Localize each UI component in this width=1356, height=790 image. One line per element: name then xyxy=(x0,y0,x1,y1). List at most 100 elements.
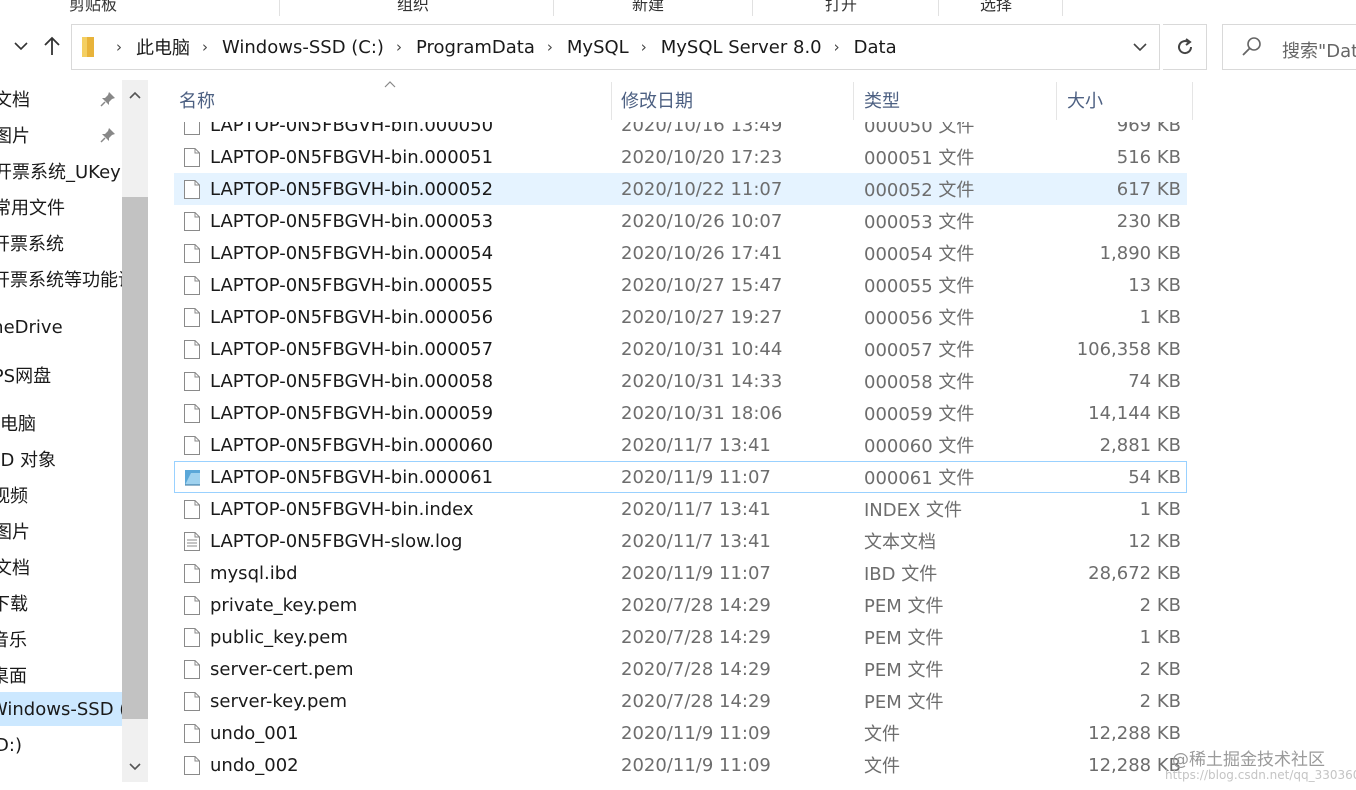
file-row[interactable]: server-key.pem 2020/7/28 14:29 PEM 文件 2 KB xyxy=(174,685,1187,717)
file-row[interactable]: undo_001 2020/11/9 11:09 文件 12,288 KB xyxy=(174,717,1187,749)
file-type: IBD 文件 xyxy=(864,564,938,585)
file-modified-date: 2020/10/31 14:33 xyxy=(621,370,783,392)
file-type: 000052 文件 xyxy=(864,180,975,201)
column-divider[interactable] xyxy=(611,82,612,120)
file-row[interactable]: public_key.pem 2020/7/28 14:29 PEM 文件 1 KB xyxy=(174,621,1187,653)
file-icon xyxy=(184,500,200,519)
file-icon xyxy=(184,308,200,327)
file-icon xyxy=(184,212,200,231)
file-type: PEM 文件 xyxy=(864,628,944,649)
file-modified-date: 2020/11/9 11:09 xyxy=(621,722,771,744)
file-size: 230 KB xyxy=(1116,210,1181,232)
column-header-date[interactable]: 修改日期 xyxy=(616,80,853,120)
file-size: 74 KB xyxy=(1128,370,1181,392)
file-type: PEM 文件 xyxy=(864,596,944,617)
file-modified-date: 2020/7/28 14:29 xyxy=(621,690,771,712)
file-icon xyxy=(184,724,200,743)
file-modified-date: 2020/10/27 15:47 xyxy=(621,274,783,296)
file-row[interactable]: LAPTOP-0N5FBGVH-bin.000060 2020/11/7 13:4… xyxy=(174,429,1187,461)
file-row[interactable]: LAPTOP-0N5FBGVH-bin.000053 2020/10/26 10:… xyxy=(174,205,1187,237)
file-modified-date: 2020/11/9 11:07 xyxy=(621,562,771,584)
file-modified-date: 2020/10/26 17:41 xyxy=(621,242,783,264)
file-size: 28,672 KB xyxy=(1088,562,1181,584)
file-name: server-key.pem xyxy=(210,690,348,712)
column-divider[interactable] xyxy=(1192,82,1193,120)
file-row[interactable]: LAPTOP-0N5FBGVH-bin.index 2020/11/7 13:41… xyxy=(174,493,1187,525)
file-name: LAPTOP-0N5FBGVH-slow.log xyxy=(210,530,463,552)
file-modified-date: 2020/11/7 13:41 xyxy=(621,530,771,552)
file-row[interactable]: LAPTOP-0N5FBGVH-bin.000058 2020/10/31 14:… xyxy=(174,365,1187,397)
file-icon xyxy=(184,276,200,295)
file-name: mysql.ibd xyxy=(210,562,298,584)
file-modified-date: 2020/10/31 18:06 xyxy=(621,402,783,424)
file-type: INDEX 文件 xyxy=(864,500,963,521)
file-size: 1 KB xyxy=(1139,498,1181,520)
file-size: 2,881 KB xyxy=(1099,434,1181,456)
file-size: 12 KB xyxy=(1128,530,1181,552)
file-row[interactable]: undo_002 2020/11/9 11:09 文件 12,288 KB xyxy=(174,749,1187,781)
file-type: 000051 文件 xyxy=(864,148,975,169)
file-size: 1 KB xyxy=(1139,626,1181,648)
file-icon xyxy=(184,628,200,647)
file-size: 2 KB xyxy=(1139,658,1181,680)
file-size: 14,144 KB xyxy=(1088,402,1181,424)
file-modified-date: 2020/10/26 10:07 xyxy=(621,210,783,232)
file-type: 000059 文件 xyxy=(864,404,975,425)
file-name: LAPTOP-0N5FBGVH-bin.000059 xyxy=(210,402,494,424)
file-row[interactable]: LAPTOP-0N5FBGVH-bin.000055 2020/10/27 15:… xyxy=(174,269,1187,301)
file-size: 1,890 KB xyxy=(1099,242,1181,264)
file-size: 1 KB xyxy=(1139,306,1181,328)
file-type: 文件 xyxy=(864,756,900,777)
file-modified-date: 2020/11/9 11:09 xyxy=(621,754,771,776)
column-header-type[interactable]: 类型 xyxy=(859,80,1055,120)
file-type: 000055 文件 xyxy=(864,276,975,297)
file-type: 000058 文件 xyxy=(864,372,975,393)
text-file-icon xyxy=(184,532,200,551)
sort-ascending-icon xyxy=(384,77,396,91)
file-modified-date: 2020/10/22 11:07 xyxy=(621,178,783,200)
file-icon xyxy=(184,180,200,199)
file-name: server-cert.pem xyxy=(210,658,354,680)
watermark-url: https://blog.csdn.net/qq_33036061 xyxy=(1165,768,1356,782)
file-name: public_key.pem xyxy=(210,626,348,648)
file-modified-date: 2020/10/31 10:44 xyxy=(621,338,783,360)
file-icon xyxy=(184,148,200,167)
file-name: LAPTOP-0N5FBGVH-bin.000052 xyxy=(210,178,494,200)
file-name: LAPTOP-0N5FBGVH-bin.000057 xyxy=(210,338,494,360)
file-row[interactable]: LAPTOP-0N5FBGVH-bin.000051 2020/10/20 17:… xyxy=(174,141,1187,173)
file-name: private_key.pem xyxy=(210,594,358,616)
file-row[interactable]: mysql.ibd 2020/11/9 11:07 IBD 文件 28,672 KB xyxy=(174,557,1187,589)
file-row[interactable]: LAPTOP-0N5FBGVH-bin.000057 2020/10/31 10:… xyxy=(174,333,1187,365)
column-divider[interactable] xyxy=(853,82,854,120)
column-divider[interactable] xyxy=(1056,82,1057,120)
file-icon xyxy=(184,596,200,615)
file-row[interactable]: server-cert.pem 2020/7/28 14:29 PEM 文件 2 KB xyxy=(174,653,1187,685)
file-icon xyxy=(184,436,200,455)
file-name: LAPTOP-0N5FBGVH-bin.000053 xyxy=(210,210,494,232)
watermark: @稀土掘金技术社区 xyxy=(1172,750,1325,770)
file-type: 文本文档 xyxy=(864,532,936,553)
file-name: LAPTOP-0N5FBGVH-bin.000058 xyxy=(210,370,494,392)
file-type: PEM 文件 xyxy=(864,692,944,713)
file-row[interactable]: private_key.pem 2020/7/28 14:29 PEM 文件 2 KB xyxy=(174,589,1187,621)
file-size: 2 KB xyxy=(1139,690,1181,712)
file-modified-date: 2020/10/20 17:23 xyxy=(621,146,783,168)
file-icon xyxy=(184,692,200,711)
file-icon xyxy=(184,756,200,775)
file-row[interactable]: LAPTOP-0N5FBGVH-bin.000054 2020/10/26 17:… xyxy=(174,237,1187,269)
file-row[interactable]: LAPTOP-0N5FBGVH-bin.000052 2020/10/22 11:… xyxy=(174,173,1187,205)
file-icon xyxy=(184,564,200,583)
file-icon xyxy=(184,340,200,359)
file-open-icon xyxy=(185,470,200,486)
file-row[interactable]: LAPTOP-0N5FBGVH-bin.000061 2020/11/9 11:0… xyxy=(174,461,1187,493)
file-size: 106,358 KB xyxy=(1076,338,1181,360)
file-type: 000053 文件 xyxy=(864,212,975,233)
file-type: 000054 文件 xyxy=(864,244,975,265)
file-row[interactable]: LAPTOP-0N5FBGVH-slow.log 2020/11/7 13:41 文… xyxy=(174,525,1187,557)
column-header-size[interactable]: 大小 xyxy=(1062,80,1192,120)
file-size: 617 KB xyxy=(1116,178,1181,200)
file-size: 516 KB xyxy=(1116,146,1181,168)
file-row[interactable]: LAPTOP-0N5FBGVH-bin.000059 2020/10/31 18:… xyxy=(174,397,1187,429)
file-row[interactable]: LAPTOP-0N5FBGVH-bin.000056 2020/10/27 19:… xyxy=(174,301,1187,333)
file-icon xyxy=(184,404,200,423)
